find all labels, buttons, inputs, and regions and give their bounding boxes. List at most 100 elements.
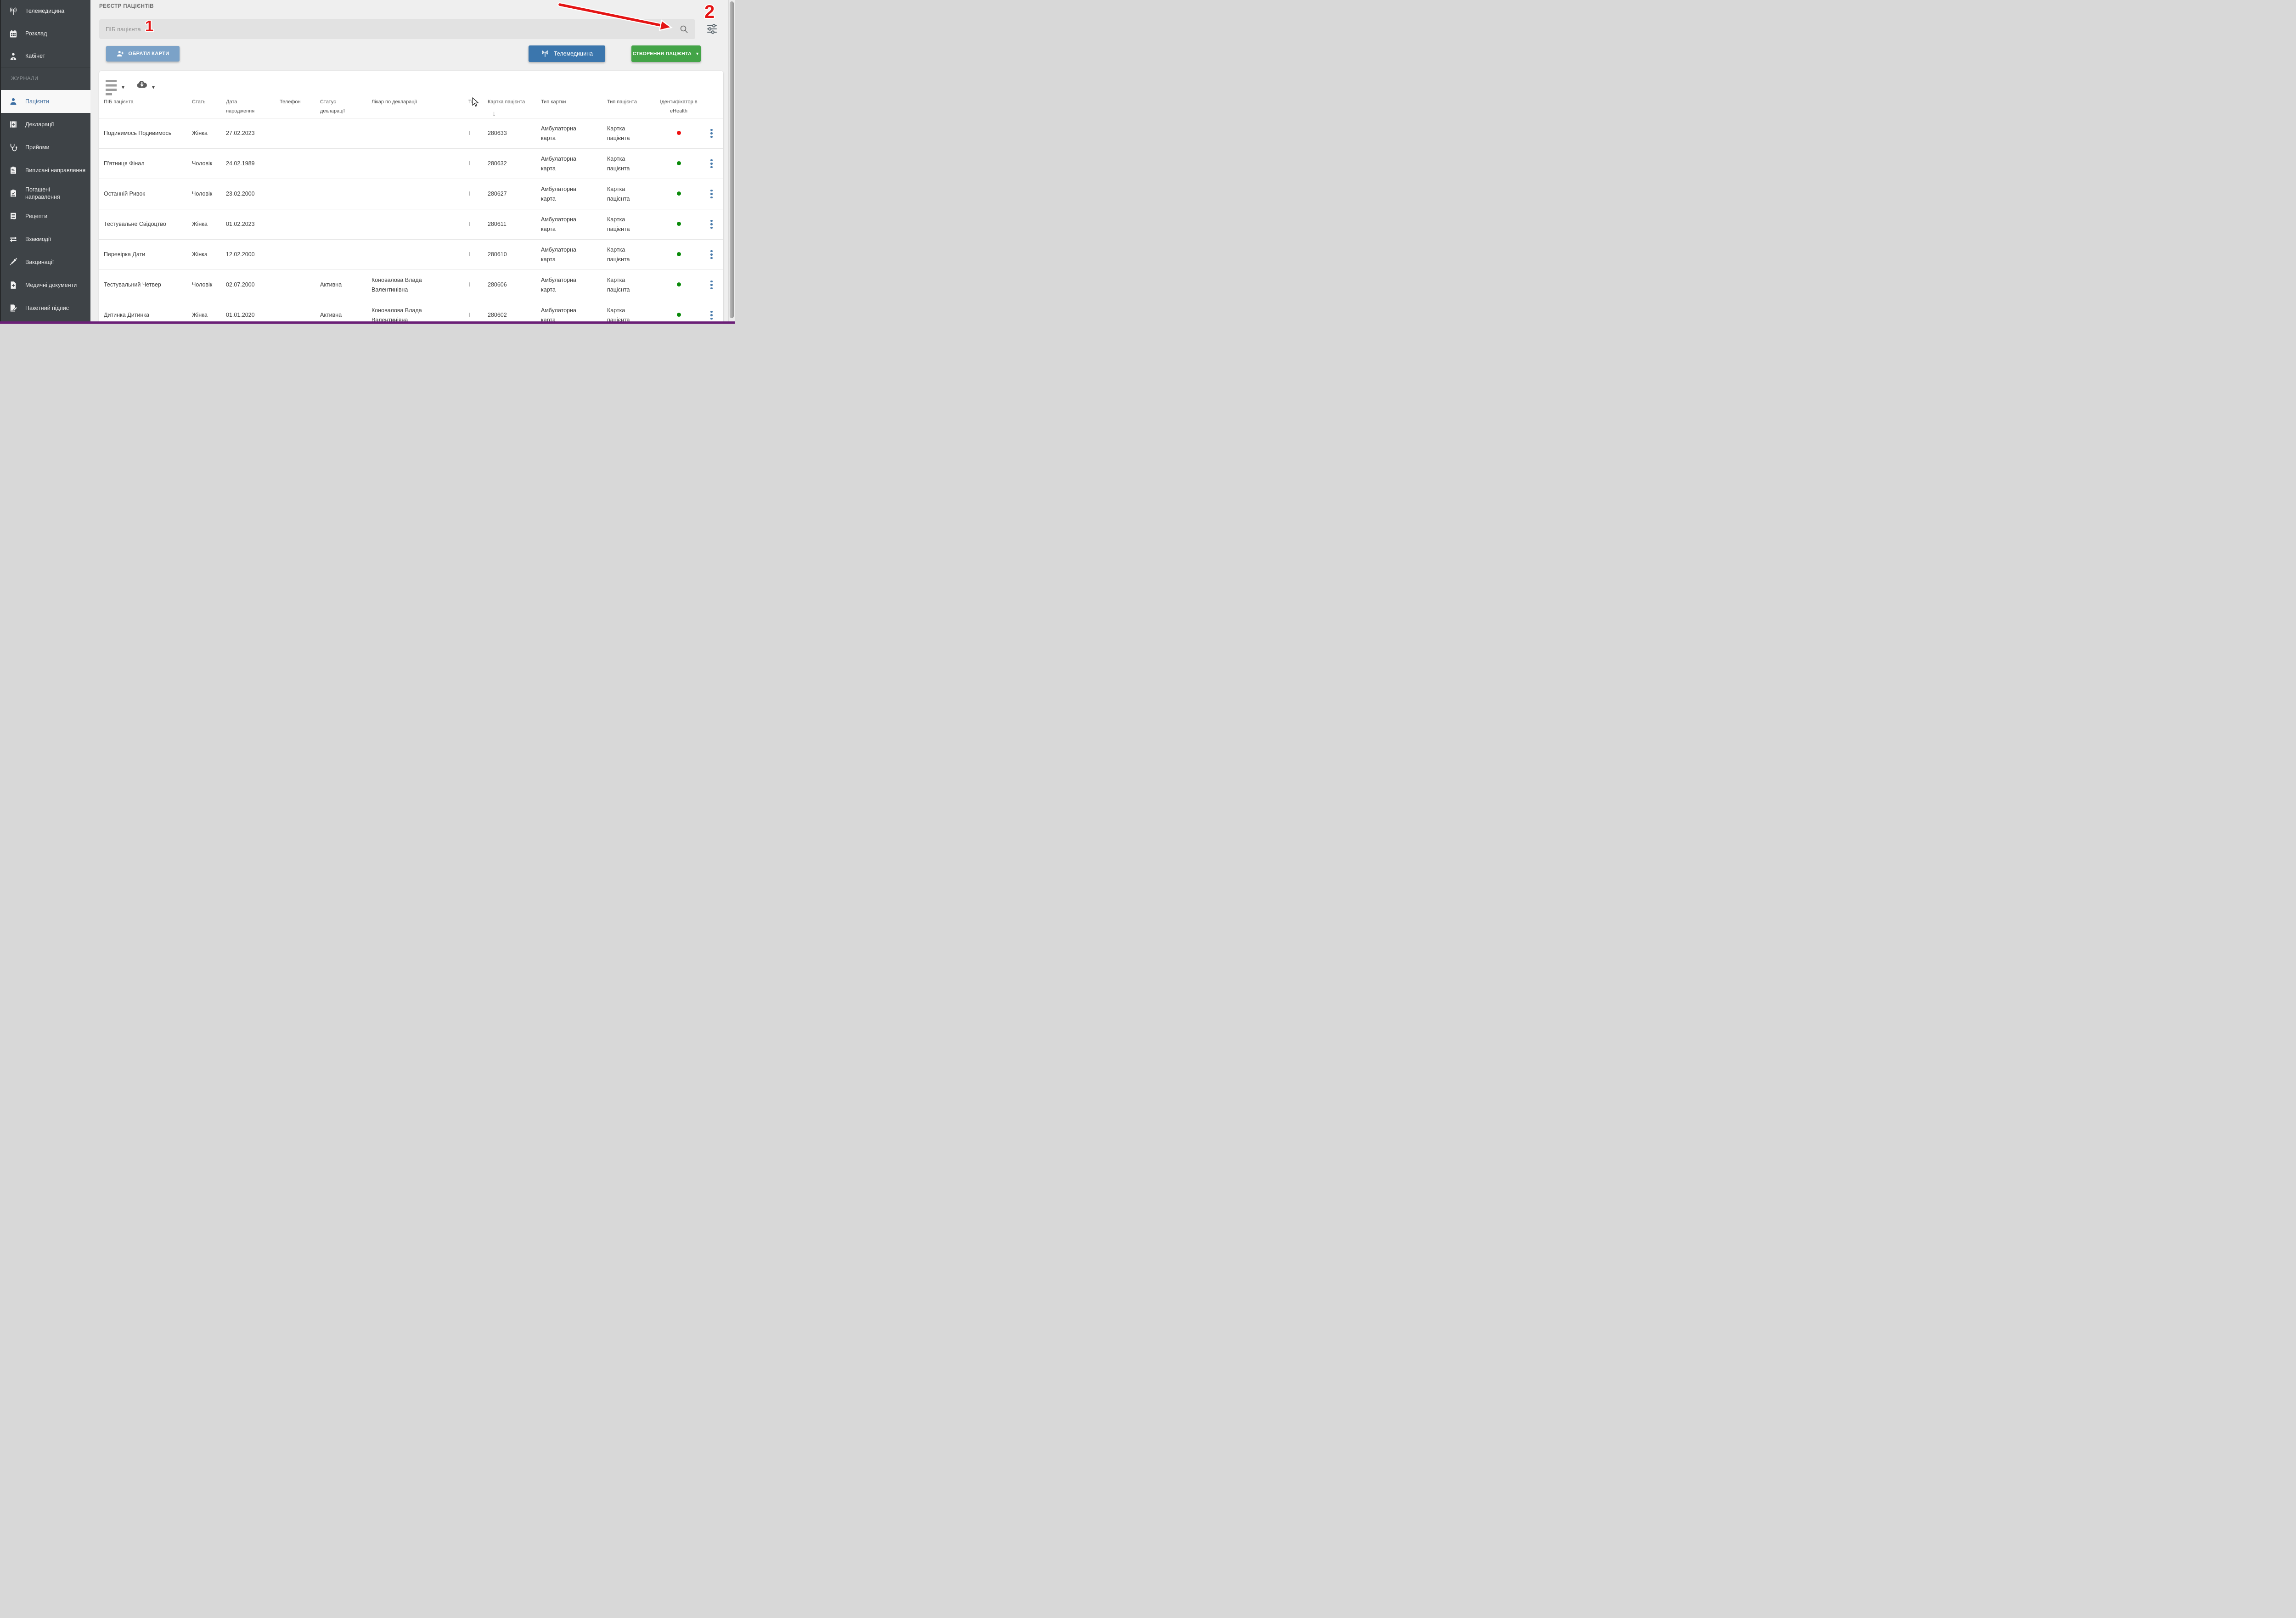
vertical-scrollbar[interactable]	[728, 0, 735, 324]
cell-name: П'ятниця Фінал	[99, 159, 192, 169]
sidebar-item-cabinet[interactable]: Кабінет	[0, 45, 90, 67]
col-patient-card[interactable]: Картка пацієнта ↓	[488, 97, 541, 118]
cell-gender: Жінка	[192, 250, 226, 259]
col-patient-name[interactable]: ПІБ пацієнта	[99, 97, 192, 118]
col-patient-type[interactable]: Тип пацієнта	[607, 97, 658, 118]
person-plus-icon	[116, 50, 124, 58]
search-icon[interactable]	[679, 24, 689, 34]
sidebar-item-prescriptions[interactable]: Рецепти	[0, 205, 90, 228]
export-download-button[interactable]	[136, 79, 148, 90]
col-card-type[interactable]: Тип картки	[541, 97, 607, 118]
cell-birth: 24.02.1989	[226, 159, 280, 169]
sidebar-item-label: Медичні документи	[25, 281, 77, 289]
cell-patient-type: Картка пацієнта	[607, 275, 658, 295]
create-patient-button[interactable]: СТВОРЕННЯ ПАЦІЄНТА ▼	[631, 45, 701, 62]
sidebar-item-label: Погашені направлення	[25, 186, 86, 201]
cell-ehealth-status	[658, 189, 700, 199]
cell-card: 280611	[488, 219, 541, 229]
table-row[interactable]: Тестувальне СвідоцтвоЖінка01.02.2023I280…	[99, 209, 723, 239]
col-type[interactable]: Тип	[468, 97, 488, 118]
row-menu-button[interactable]	[709, 157, 715, 170]
cell-type: I	[468, 310, 488, 320]
sidebar-item-schedule[interactable]: Розклад	[0, 22, 90, 45]
select-cards-button[interactable]: ОБРАТИ КАРТИ	[106, 46, 180, 62]
cell-card: 280627	[488, 189, 541, 199]
cell-doctor: Коновалова Влада Валентинівна	[371, 275, 468, 295]
export-dropdown-icon[interactable]: ▾	[152, 84, 155, 90]
cell-status: Активна	[320, 310, 371, 320]
table-row[interactable]: Подивимось ПодивимосьЖінка27.02.2023I280…	[99, 118, 723, 148]
clipboard-check-icon	[6, 189, 20, 198]
sidebar-item-label: Телемедицина	[25, 7, 64, 15]
cell-name: Останній Ривок	[99, 189, 192, 199]
sidebar-item-declarations[interactable]: Декларації	[0, 113, 90, 136]
sidebar-item-label: Взаємодії	[25, 236, 51, 243]
col-phone[interactable]: Телефон	[280, 97, 320, 118]
filter-button[interactable]	[706, 23, 718, 35]
scrollbar-thumb[interactable]	[730, 1, 734, 318]
sidebar-journals-group: ПацієнтиДекларації Прийоми Виписані направ…	[0, 90, 90, 320]
sidebar-item-telemedicine[interactable]: Телемедицина	[0, 0, 90, 22]
cell-type: I	[468, 250, 488, 259]
cell-card: 280633	[488, 129, 541, 138]
sidebar-item-appointments[interactable]: Прийоми	[0, 136, 90, 159]
row-menu-button[interactable]	[709, 248, 715, 261]
col-ehealth-id[interactable]: Ідентифікатор в eHealth	[658, 97, 700, 118]
col-declaration-doctor[interactable]: Лікар по декларації	[371, 97, 468, 118]
ehealth-status-dot	[677, 313, 681, 317]
cell-card-type: Амбулаторна карта	[541, 215, 607, 234]
person-icon	[6, 97, 20, 106]
cell-patient-type: Картка пацієнта	[607, 215, 658, 234]
table-header: ПІБ пацієнта Стать Дата народження Телеф…	[99, 93, 723, 118]
row-menu-button[interactable]	[709, 188, 715, 201]
col-gender[interactable]: Стать	[192, 97, 226, 118]
cell-name: Тестувальний Четвер	[99, 280, 192, 290]
cell-card-type: Амбулаторна карта	[541, 124, 607, 143]
cell-type: I	[468, 219, 488, 229]
cell-card: 280632	[488, 159, 541, 169]
sidebar-top-group: Телемедицина Розклад Кабінет	[0, 0, 90, 67]
cell-birth: 01.02.2023	[226, 219, 280, 229]
table-row[interactable]: Останній РивокЧоловік23.02.2000I280627Ам…	[99, 179, 723, 209]
row-menu-button[interactable]	[709, 279, 715, 292]
sidebar-item-redeemed-referrals[interactable]: Погашені направлення	[0, 182, 90, 205]
document-plus-icon	[6, 281, 20, 290]
sidebar-item-vaccinations[interactable]: Вакцинації	[0, 251, 90, 274]
sidebar-item-batch-signature[interactable]: Пакетний підпис	[0, 297, 90, 320]
sidebar-item-issued-referrals[interactable]: Виписані направлення	[0, 159, 90, 182]
cell-ehealth-status	[658, 280, 700, 290]
sidebar-item-label: Розклад	[25, 30, 47, 38]
sidebar: ТелемедицинаРозкладКабінет ЖУРНАЛИ Паціє…	[0, 0, 90, 324]
sidebar-item-medical-documents[interactable]: Медичні документи	[0, 274, 90, 297]
row-menu-button[interactable]	[709, 218, 715, 231]
col-birth-date[interactable]: Дата народження	[226, 97, 280, 118]
cell-birth: 01.01.2020	[226, 310, 280, 320]
sidebar-item-label: Кабінет	[25, 52, 45, 60]
sidebar-item-interactions[interactable]: Взаємодії	[0, 228, 90, 251]
cell-type: I	[468, 280, 488, 290]
row-density-dropdown-icon[interactable]: ▾	[122, 84, 124, 90]
cell-patient-type: Картка пацієнта	[607, 154, 658, 174]
cell-ehealth-status	[658, 219, 700, 229]
doctor-icon	[6, 52, 20, 61]
row-menu-button[interactable]	[709, 309, 715, 322]
table-row[interactable]: П'ятниця ФіналЧоловік24.02.1989I280632Ам…	[99, 148, 723, 179]
cell-type: I	[468, 159, 488, 169]
search-input[interactable]: ПІБ пацієнта	[99, 19, 695, 39]
table-body: Подивимось ПодивимосьЖінка27.02.2023I280…	[99, 118, 723, 324]
table-row[interactable]: Перевірка ДатиЖінка12.02.2000I280610Амбу…	[99, 239, 723, 270]
sidebar-item-label: Прийоми	[25, 144, 49, 152]
cell-ehealth-status	[658, 129, 700, 138]
cell-type: I	[468, 129, 488, 138]
search-placeholder: ПІБ пацієнта	[106, 19, 141, 39]
cell-card: 280610	[488, 250, 541, 259]
cell-card-type: Амбулаторна карта	[541, 154, 607, 174]
row-menu-button[interactable]	[709, 127, 715, 140]
cell-patient-type: Картка пацієнта	[607, 124, 658, 143]
table-row[interactable]: Дитинка ДитинкаЖінка01.01.2020АктивнаКон…	[99, 300, 723, 324]
sidebar-item-patients[interactable]: Пацієнти	[0, 90, 90, 113]
table-row[interactable]: Тестувальний ЧетверЧоловік02.07.2000Акти…	[99, 270, 723, 300]
col-declaration-status[interactable]: Статус декларації	[320, 97, 371, 118]
cell-ehealth-status	[658, 250, 700, 259]
telemedicine-button[interactable]: Телемедицина	[529, 45, 605, 62]
